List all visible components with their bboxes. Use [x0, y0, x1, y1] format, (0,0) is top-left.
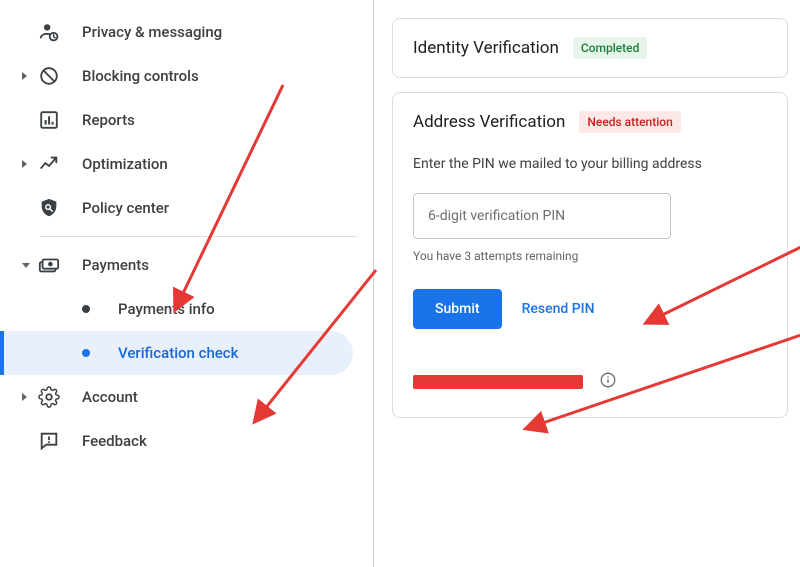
- sidebar-item-optimization[interactable]: Optimization: [0, 142, 373, 186]
- optimization-icon: [38, 153, 60, 175]
- nav-label: Blocking controls: [82, 67, 199, 85]
- nav-label: Verification check: [118, 344, 238, 362]
- attempts-remaining: You have 3 attempts remaining: [413, 249, 767, 263]
- status-badge-attention: Needs attention: [579, 111, 680, 133]
- sidebar-item-reports[interactable]: Reports: [0, 98, 373, 142]
- card-title: Identity Verification: [413, 38, 559, 58]
- instruction-text: Enter the PIN we mailed to your billing …: [413, 155, 767, 175]
- feedback-icon: [38, 430, 60, 452]
- nav-label: Account: [82, 388, 138, 406]
- sidebar-item-feedback[interactable]: Feedback: [0, 419, 373, 463]
- policy-icon: [38, 197, 60, 219]
- sidebar-item-payments-info[interactable]: Payments info: [0, 287, 373, 331]
- bullet-icon: [82, 349, 90, 357]
- pin-input[interactable]: [413, 193, 671, 239]
- divider: [40, 236, 357, 237]
- nav-label: Feedback: [82, 432, 147, 450]
- privacy-icon: [38, 21, 60, 43]
- redacted-text: [413, 375, 583, 389]
- nav-label: Optimization: [82, 155, 168, 173]
- payments-icon: [38, 254, 60, 276]
- nav-label: Privacy & messaging: [82, 23, 222, 41]
- account-icon: [38, 386, 60, 408]
- nav-label: Payments: [82, 256, 149, 274]
- bullet-icon: [82, 305, 90, 313]
- sidebar: Privacy & messaging Blocking controls Re…: [0, 0, 374, 567]
- nav-label: Reports: [82, 111, 135, 129]
- sidebar-item-policy-center[interactable]: Policy center: [0, 186, 373, 230]
- reports-icon: [38, 109, 60, 131]
- nav-label: Payments info: [118, 300, 215, 318]
- address-verification-card: Address Verification Needs attention Ent…: [392, 92, 788, 418]
- card-title: Address Verification: [413, 112, 565, 132]
- nav-label: Policy center: [82, 199, 169, 217]
- submit-button[interactable]: Submit: [413, 289, 502, 329]
- main-content: Identity Verification Completed Address …: [374, 0, 800, 567]
- info-icon[interactable]: [599, 371, 617, 393]
- sidebar-item-verification-check[interactable]: Verification check: [0, 331, 353, 375]
- sidebar-item-blocking-controls[interactable]: Blocking controls: [0, 54, 373, 98]
- status-badge-completed: Completed: [573, 37, 648, 59]
- block-icon: [38, 65, 60, 87]
- identity-verification-card: Identity Verification Completed: [392, 18, 788, 78]
- sidebar-item-payments[interactable]: Payments: [0, 243, 373, 287]
- sidebar-item-account[interactable]: Account: [0, 375, 373, 419]
- sidebar-item-privacy-messaging[interactable]: Privacy & messaging: [0, 10, 373, 54]
- resend-pin-link[interactable]: Resend PIN: [522, 301, 595, 317]
